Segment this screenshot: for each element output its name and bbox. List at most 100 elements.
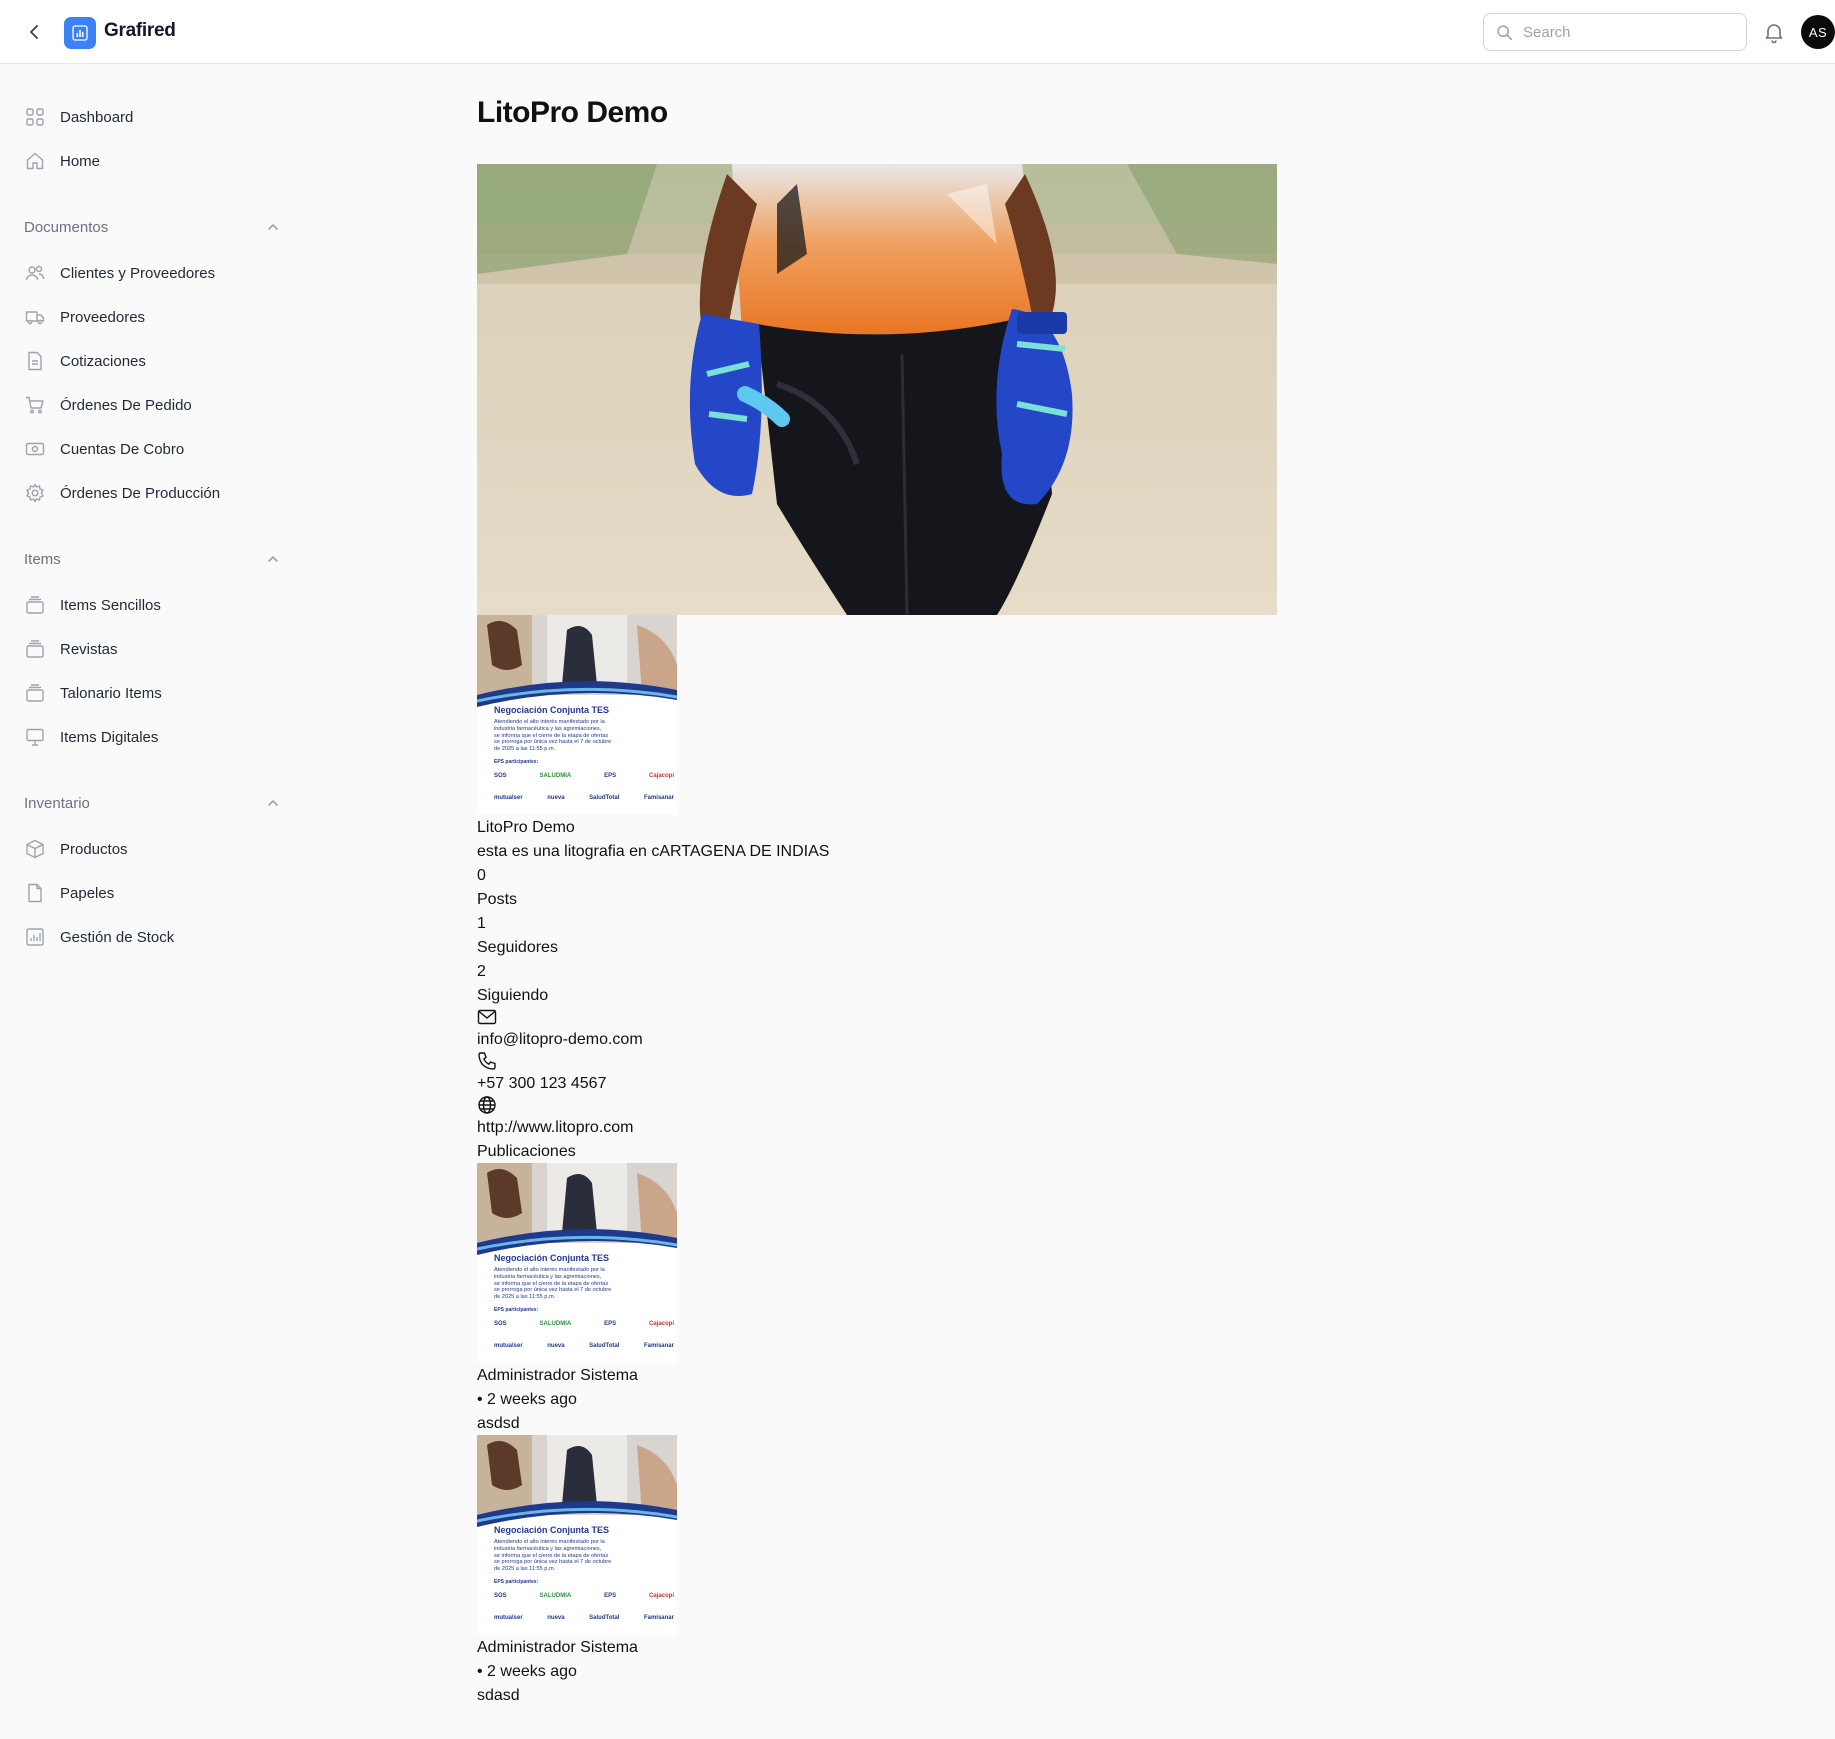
gear-icon (24, 482, 46, 504)
followers-label: Seguidores (477, 939, 558, 956)
bell-icon (1765, 24, 1783, 44)
sidebar-item-cotizaciones[interactable]: Cotizaciones (24, 345, 284, 377)
truck-icon (24, 306, 46, 328)
search-icon (1497, 24, 1513, 40)
flyer-body: Atendiendo el alto interés manifestado p… (494, 1539, 612, 1573)
group-documentos[interactable]: Documentos (24, 213, 280, 241)
following-count: 2 (477, 963, 486, 980)
flyer-logos-row2: mutualser nueva SaludTotal Famisanar (494, 1615, 674, 1621)
cover-photo (477, 164, 1277, 615)
posts-label: Posts (477, 891, 518, 908)
flyer-body: Atendiendo el alto interés manifestado p… (494, 719, 612, 753)
mail-icon (477, 1009, 497, 1025)
top-bar: Grafired AS (0, 0, 1835, 64)
flyer-eps-label: EPS participantes: (494, 1579, 539, 1585)
post-text: sdasd (477, 1687, 520, 1704)
following-label: Siguiendo (477, 987, 549, 1004)
flyer-title: Negociación Conjunta TES (494, 1253, 610, 1263)
profile-description: esta es una litografia en cARTAGENA DE I… (477, 843, 830, 860)
cart-icon (24, 394, 46, 416)
profile-avatar-image: Negociación Conjunta TES Atendiendo el a… (477, 615, 677, 815)
flyer-title: Negociación Conjunta TES (494, 705, 610, 715)
user-avatar[interactable]: AS (1801, 15, 1835, 49)
flyer-body: Atendiendo el alto interés manifestado p… (494, 1267, 612, 1301)
flyer-logos-row1: SOS SALUDMIA EPS Cajacopi (494, 1321, 674, 1327)
post-image[interactable]: Negociación Conjunta TES Atendiendo el a… (477, 1163, 677, 1363)
sidebar-item-label: Gestión de Stock (60, 928, 175, 946)
sidebar-item-ordenes-pedido[interactable]: Órdenes De Pedido (24, 389, 284, 421)
grid-icon (24, 106, 46, 128)
layers-icon (24, 594, 46, 616)
flyer-logos-row2: mutualser nueva SaludTotal Famisanar (494, 795, 674, 801)
profile-name: LitoPro Demo (477, 819, 575, 836)
sidebar-item-papeles[interactable]: Papeles (24, 877, 284, 909)
sidebar-item-cuentas-cobro[interactable]: Cuentas De Cobro (24, 433, 284, 465)
publications-heading: Publicaciones (477, 1143, 576, 1160)
sidebar-item-ordenes-produccion[interactable]: Órdenes De Producción (24, 477, 284, 509)
chevron-up-icon (268, 223, 278, 230)
sidebar-item-proveedores[interactable]: Proveedores (24, 301, 284, 333)
phone-icon (478, 1052, 496, 1070)
sidebar-item-label: Proveedores (60, 308, 146, 326)
notifications-button[interactable] (1762, 20, 1786, 44)
group-label: Documentos (24, 218, 109, 236)
sidebar-item-clientes-proveedores[interactable]: Clientes y Proveedores (24, 257, 284, 289)
search-input[interactable] (1523, 23, 1723, 41)
post-image[interactable]: Negociación Conjunta TES Atendiendo el a… (477, 1435, 677, 1635)
phone-link[interactable]: +57 300 123 4567 (477, 1074, 606, 1094)
sidebar-item-label: Clientes y Proveedores (60, 264, 216, 282)
home-icon (24, 150, 46, 172)
sidebar-item-label: Papeles (60, 884, 115, 902)
email-link[interactable]: info@litopro-demo.com (477, 1030, 643, 1050)
sidebar-item-items-digitales[interactable]: Items Digitales (24, 721, 284, 753)
chevron-up-icon (268, 799, 278, 806)
sidebar-item-revistas[interactable]: Revistas (24, 633, 284, 665)
posts-count: 0 (477, 867, 486, 884)
flyer-logos-row1: SOS SALUDMIA EPS Cajacopi (494, 1593, 674, 1599)
brand-name[interactable]: Grafired (104, 20, 176, 42)
sidebar-item-label: Órdenes De Pedido (60, 396, 192, 414)
post-author[interactable]: Administrador Sistema (477, 1638, 638, 1658)
followers-count: 1 (477, 915, 486, 932)
flyer-eps-label: EPS participantes: (494, 1307, 539, 1313)
brand-logo[interactable] (64, 17, 96, 49)
sidebar-item-dashboard[interactable]: Dashboard (24, 101, 284, 133)
sidebar-item-home[interactable]: Home (24, 145, 284, 177)
search-box[interactable] (1483, 13, 1747, 51)
group-label: Inventario (24, 794, 90, 812)
flyer-logos-row2: mutualser nueva SaludTotal Famisanar (494, 1343, 674, 1349)
layers-icon (24, 682, 46, 704)
cube-icon (24, 838, 46, 860)
sidebar-item-label: Items Sencillos (60, 596, 161, 614)
flyer-logos-row1: SOS SALUDMIA EPS Cajacopi (494, 773, 674, 779)
page-title: LitoPro Demo (477, 96, 668, 129)
sidebar-item-label: Home (60, 152, 101, 170)
flyer-eps-label: EPS participantes: (494, 759, 539, 765)
sidebar-item-gestion-stock[interactable]: Gestión de Stock (24, 921, 284, 953)
back-button[interactable] (22, 20, 46, 44)
post-time: • 2 weeks ago (477, 1663, 577, 1680)
post-author[interactable]: Administrador Sistema (477, 1366, 638, 1386)
cash-icon (24, 438, 46, 460)
layers-icon (24, 638, 46, 660)
document-icon (24, 350, 46, 372)
chevron-left-icon (30, 25, 38, 39)
sidebar-item-label: Dashboard (60, 108, 134, 126)
sidebar-item-label: Cotizaciones (60, 352, 146, 370)
post-time: • 2 weeks ago (477, 1391, 577, 1408)
sidebar-item-items-sencillos[interactable]: Items Sencillos (24, 589, 284, 621)
users-icon (24, 262, 46, 284)
group-inventario[interactable]: Inventario (24, 789, 280, 817)
sidebar-item-label: Productos (60, 840, 128, 858)
sidebar-item-label: Órdenes De Producción (60, 484, 221, 502)
website-link[interactable]: http://www.litopro.com (477, 1118, 634, 1138)
group-items[interactable]: Items (24, 545, 280, 573)
sidebar-item-label: Revistas (60, 640, 118, 658)
sidebar-item-productos[interactable]: Productos (24, 833, 284, 865)
bar-chart-icon (72, 25, 88, 41)
file-icon (24, 882, 46, 904)
sidebar-item-label: Talonario Items (60, 684, 162, 702)
sidebar-item-talonario-items[interactable]: Talonario Items (24, 677, 284, 709)
flyer-title: Negociación Conjunta TES (494, 1525, 610, 1535)
chart-icon (24, 926, 46, 948)
